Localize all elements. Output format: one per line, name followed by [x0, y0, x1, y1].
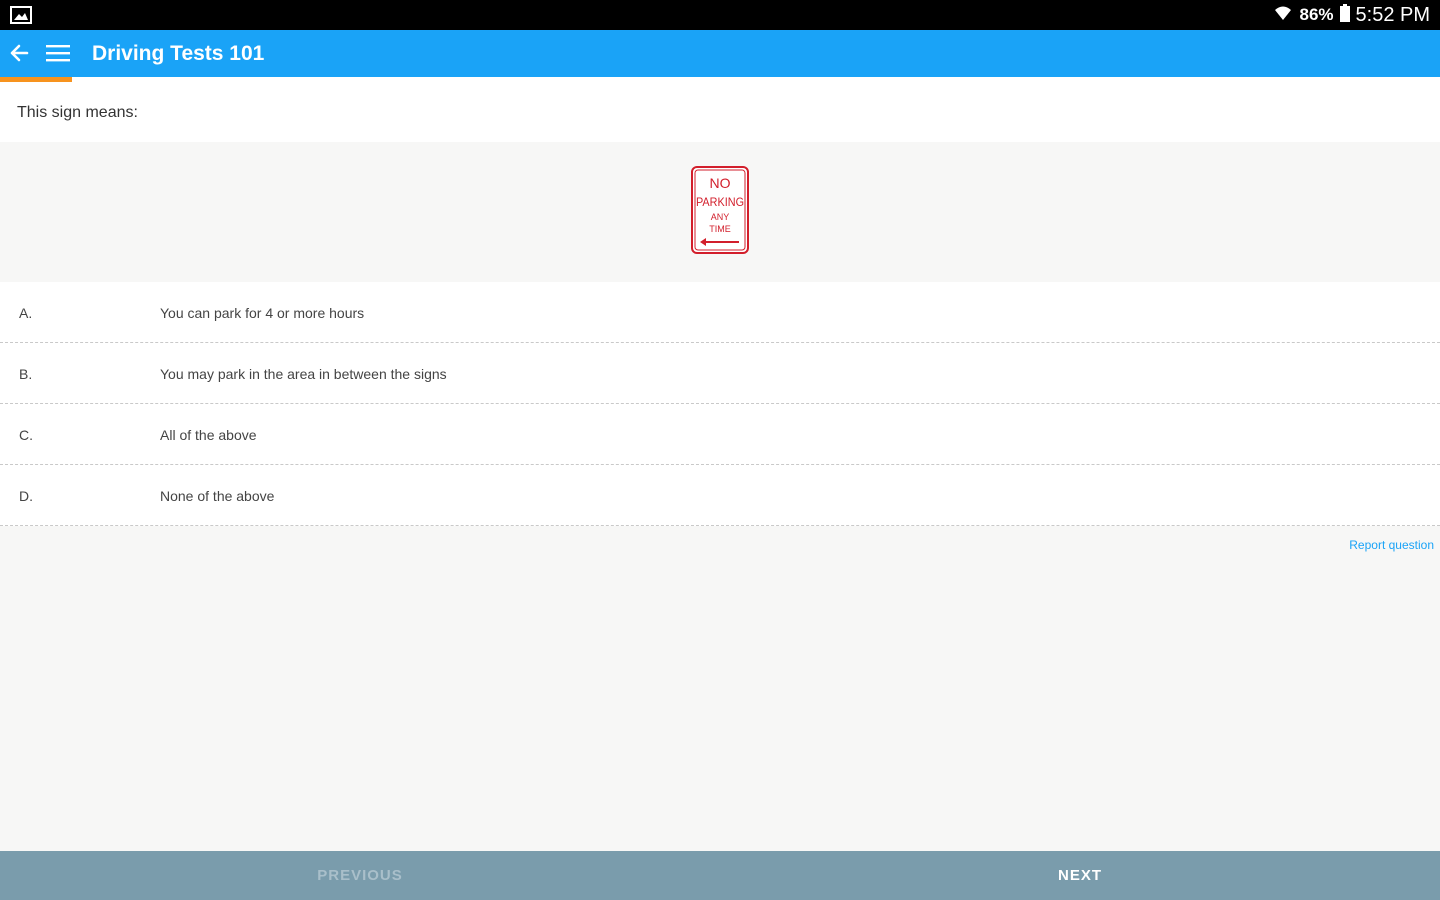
- sign-text-line1: NO: [710, 175, 731, 191]
- answer-text: All of the above: [160, 427, 257, 443]
- question-row: This sign means:: [0, 82, 1440, 142]
- battery-icon: [1339, 3, 1350, 27]
- app-title: Driving Tests 101: [92, 42, 265, 65]
- answer-text: You may park in the area in between the …: [160, 366, 447, 382]
- status-clock: 5:52 PM: [1355, 3, 1430, 26]
- gallery-icon: [10, 5, 32, 30]
- answer-text: You can park for 4 or more hours: [160, 305, 365, 321]
- question-image-area: NO PARKING ANY TIME: [0, 142, 1440, 282]
- no-parking-sign-image: NO PARKING ANY TIME: [691, 166, 749, 254]
- question-prompt: This sign means:: [17, 104, 138, 121]
- next-button[interactable]: NEXT: [720, 851, 1440, 900]
- battery-percentage: 86%: [1299, 5, 1334, 24]
- app-bar: Driving Tests 101: [0, 30, 1440, 77]
- sign-text-line2: PARKING: [696, 195, 744, 209]
- previous-button[interactable]: PREVIOUS: [0, 851, 720, 900]
- answer-option-d[interactable]: D. None of the above: [0, 465, 1440, 526]
- status-indicators: 86% 5:52 PM: [1273, 0, 1430, 30]
- report-question-link[interactable]: Report question: [1349, 538, 1434, 552]
- answer-list: A. You can park for 4 or more hours B. Y…: [0, 282, 1440, 526]
- sign-text-line3: ANY: [711, 212, 730, 222]
- answer-option-b[interactable]: B. You may park in the area in between t…: [0, 343, 1440, 404]
- bottom-nav-bar: PREVIOUS NEXT: [0, 851, 1440, 900]
- status-bar: 86% 5:52 PM: [0, 0, 1440, 30]
- answer-option-a[interactable]: A. You can park for 4 or more hours: [0, 282, 1440, 343]
- answer-option-c[interactable]: C. All of the above: [0, 404, 1440, 465]
- back-arrow-icon[interactable]: [8, 42, 30, 64]
- answer-letter: A.: [19, 305, 33, 321]
- hamburger-menu-icon[interactable]: [46, 43, 70, 63]
- wifi-icon: [1273, 4, 1293, 27]
- answer-letter: D.: [19, 488, 33, 504]
- answer-letter: B.: [19, 366, 33, 382]
- answer-text: None of the above: [160, 488, 275, 504]
- answer-letter: C.: [19, 427, 33, 443]
- sign-text-line4: TIME: [709, 224, 731, 234]
